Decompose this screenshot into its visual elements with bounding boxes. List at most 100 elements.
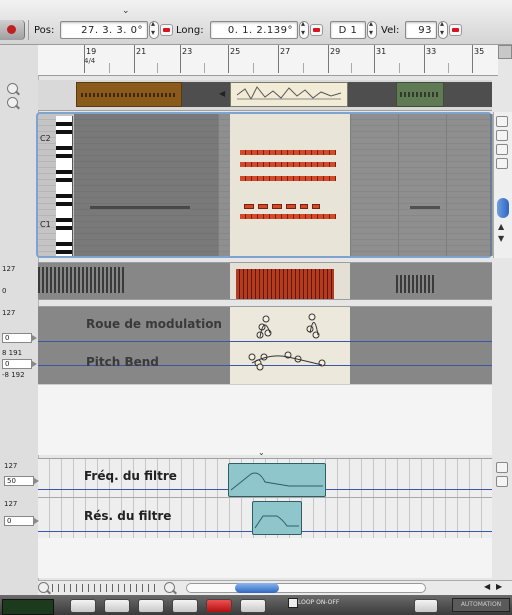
modulation-value-field[interactable]: 0 [2, 333, 37, 343]
selected-midi-region[interactable] [230, 82, 348, 107]
scroll-up-icon[interactable]: ▲ [498, 222, 504, 231]
note-stepper[interactable] [367, 19, 377, 39]
controller-lanes[interactable]: 127 0 8 191 0 -8 192 Roue de modulation … [2, 306, 492, 385]
bar-number: 19 [86, 47, 97, 56]
filter-automation-lanes[interactable]: Fréq. du filtre Rés. du filtre [38, 458, 492, 539]
bar-number: 21 [136, 47, 147, 56]
zoom-in-icon[interactable] [7, 83, 18, 94]
active-range [230, 114, 350, 256]
lane-zoom-button[interactable] [496, 158, 508, 169]
length-stepper[interactable] [299, 19, 309, 39]
lane-divider-handle[interactable]: ⌄ [258, 448, 265, 457]
midi-note[interactable] [244, 204, 254, 209]
region-start-marker[interactable]: ◀ [219, 89, 225, 98]
automation-button[interactable]: AUTOMATION [452, 598, 510, 612]
ruler-menu-button[interactable] [498, 45, 512, 59]
horizontal-scrollbar[interactable] [186, 583, 426, 593]
bar-tick [278, 45, 279, 73]
res-lane-label: Rés. du filtre [84, 509, 172, 523]
piano-keyboard[interactable] [56, 116, 73, 256]
velocity-stepper[interactable] [438, 19, 448, 39]
bar-number: 31 [376, 47, 387, 56]
beat-tick [448, 63, 449, 73]
pos-stepper[interactable] [149, 19, 159, 39]
bar-tick [374, 45, 375, 73]
inactive-range [350, 307, 492, 385]
note-row[interactable] [240, 150, 336, 155]
beat-tick [253, 63, 254, 73]
velocity-bars [38, 267, 126, 293]
midi-region-empty[interactable] [348, 82, 396, 107]
lane-option-button[interactable] [496, 130, 508, 141]
ghost-notes [410, 206, 440, 209]
freq-value-field[interactable]: 50 [4, 476, 39, 486]
velocity-field[interactable]: 93 [405, 21, 437, 39]
midi-note[interactable] [312, 204, 320, 209]
lane-option-button[interactable] [496, 144, 508, 155]
empty-lane-area[interactable] [38, 384, 492, 455]
bar-number: 33 [426, 47, 437, 56]
velocity-lane[interactable]: 127 0 [2, 262, 492, 300]
note-row[interactable] [240, 176, 336, 181]
velocity-set-button[interactable] [449, 24, 462, 36]
zoom-out-icon[interactable] [38, 582, 49, 593]
scroll-right-icon[interactable]: ▶ [496, 582, 502, 591]
bar-number: 23 [182, 47, 193, 56]
settings-button[interactable] [414, 599, 438, 613]
empty-lane-area[interactable] [38, 538, 492, 578]
note-field[interactable]: D 1 [330, 21, 366, 39]
res-automation-region[interactable] [252, 501, 302, 535]
bar-tick [134, 45, 135, 73]
scroll-down-icon[interactable]: ▼ [498, 234, 504, 243]
pitchbend-max-label: 8 191 [2, 349, 23, 357]
transport-button[interactable] [104, 599, 130, 613]
midi-note[interactable] [286, 204, 296, 209]
midi-region[interactable] [76, 82, 182, 107]
horizontal-scroll-thumb[interactable] [235, 583, 279, 593]
freq-automation-region[interactable] [228, 463, 326, 497]
midi-note[interactable] [300, 204, 308, 209]
note-row[interactable] [240, 162, 336, 167]
note-row[interactable] [240, 214, 336, 219]
lane-zoom-button[interactable] [496, 462, 508, 473]
bar-number: 35 [474, 47, 485, 56]
pitchbend-value-field[interactable]: 0 [2, 359, 37, 369]
pos-set-button[interactable] [160, 24, 173, 36]
pitchbend-min-label: -8 192 [2, 371, 25, 379]
transport-button[interactable] [70, 599, 96, 613]
scroll-left-icon[interactable]: ◀ [484, 582, 490, 591]
zoom-in-icon[interactable] [164, 582, 175, 593]
play-button[interactable] [172, 599, 198, 613]
bar-number: 27 [280, 47, 291, 56]
piano-roll-editor[interactable]: C2 C1 [36, 112, 494, 258]
transport-button[interactable] [138, 599, 164, 613]
pos-field[interactable]: 27. 3. 3. 0° [60, 21, 148, 39]
horizontal-zoom-slider[interactable] [52, 584, 158, 592]
loop-checkbox[interactable] [288, 598, 298, 608]
vertical-scroll-thumb[interactable] [497, 198, 509, 218]
grid-line [350, 114, 351, 256]
beat-tick [351, 63, 352, 73]
lane-option-button[interactable] [496, 476, 508, 487]
midi-note[interactable] [258, 204, 268, 209]
velocity-bars [396, 275, 436, 293]
octave-label-c1: C1 [40, 220, 51, 229]
velocity-bars-selected[interactable] [236, 269, 334, 299]
res-value-field[interactable]: 0 [4, 516, 39, 526]
lane-option-button[interactable] [496, 116, 508, 127]
toolbar-divider [28, 20, 29, 40]
length-set-button[interactable] [310, 24, 323, 36]
transport-button[interactable] [240, 599, 266, 613]
timeline-ruler[interactable]: 19 21 23 25 27 29 31 33 35 4/4 [38, 45, 498, 76]
midi-region-empty[interactable] [444, 82, 492, 107]
octave-label-c2: C2 [40, 134, 51, 143]
loop-label: LOOP ON-OFF [298, 599, 340, 606]
midi-region[interactable] [396, 82, 444, 107]
midi-note[interactable] [272, 204, 282, 209]
record-toggle-button[interactable] [0, 20, 25, 40]
length-field[interactable]: 0. 1. 2.139° [210, 21, 298, 39]
zoom-out-icon[interactable] [7, 97, 18, 108]
beat-tick [303, 63, 304, 73]
record-button[interactable] [206, 599, 232, 613]
controller-curves[interactable] [230, 307, 350, 385]
